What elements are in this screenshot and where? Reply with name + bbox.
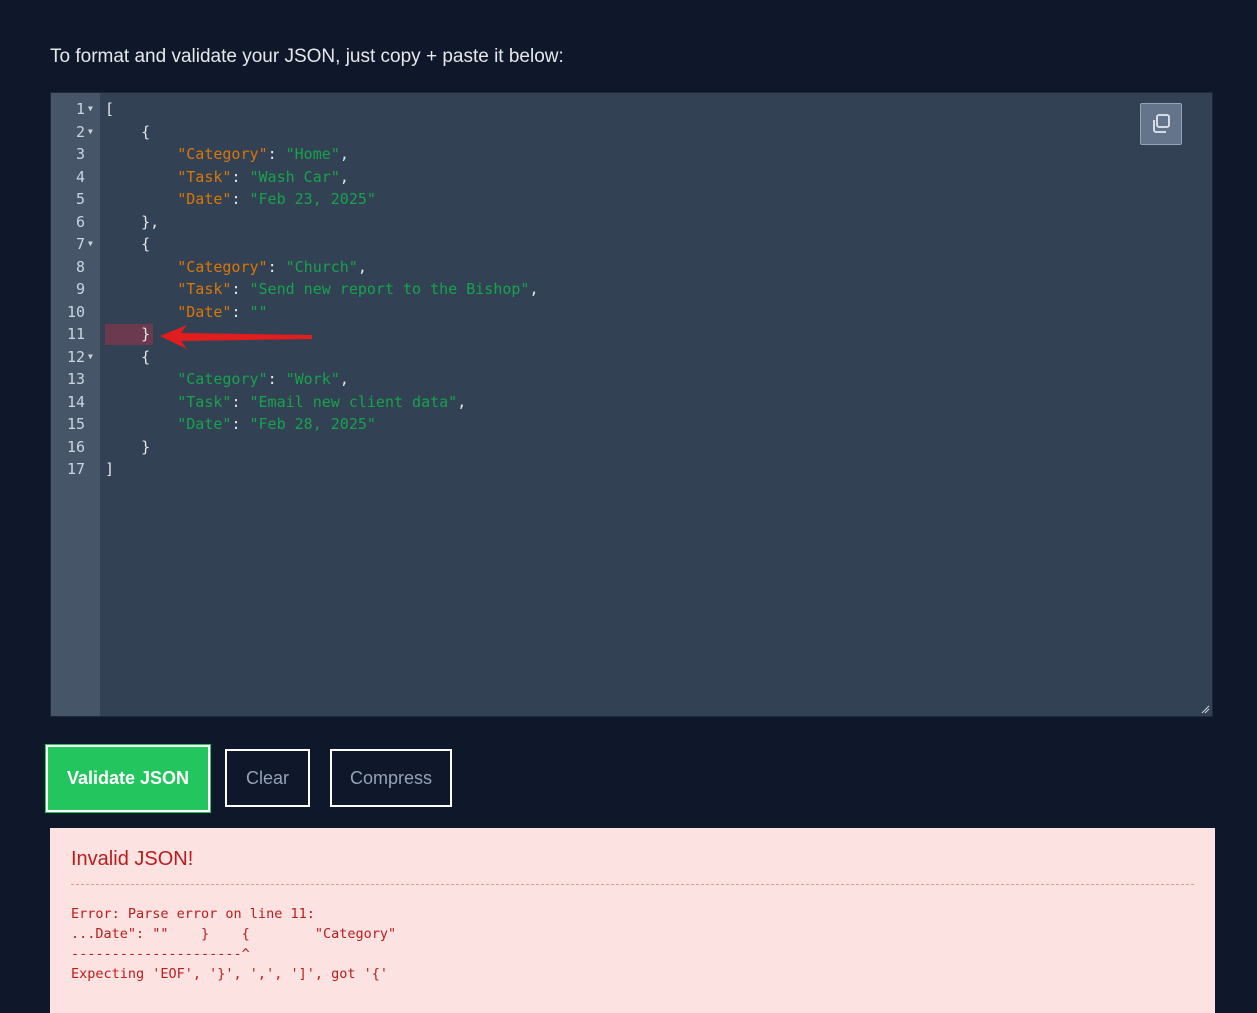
code-line[interactable]: 10 "Date": "" [51, 301, 1212, 324]
code-text: [ [105, 100, 115, 118]
json-string-value: "" [249, 302, 268, 321]
json-editor[interactable]: 1 ▼[2 ▼ {3 "Category": "Home", 4 "Task": "W… [50, 92, 1213, 717]
code-text: { [105, 347, 151, 366]
error-panel: Invalid JSON! Error: Parse error on line… [50, 828, 1215, 1013]
line-number: 8 [75, 257, 85, 276]
code-text: "Category": "Church", [177, 257, 367, 276]
red-arrow-annotation [160, 325, 312, 349]
code-text: } [105, 437, 151, 456]
code-line[interactable]: 9 "Task": "Send new report to the Bishop… [51, 278, 1212, 301]
line-number: 5 [75, 190, 85, 208]
json-key: "Category" [177, 257, 268, 276]
json-key: "Task" [177, 167, 232, 186]
code-text: }, [105, 212, 160, 231]
line-number: 1 [75, 100, 85, 118]
code-line[interactable]: 5 "Date": "Feb 23, 2025" [51, 188, 1212, 211]
line-number: 16 [66, 437, 85, 456]
copy-button[interactable] [1140, 103, 1182, 145]
line-number: 10 [66, 302, 85, 321]
code-line[interactable]: 16 } [51, 436, 1212, 459]
fold-arrow-icon[interactable]: ▼ [88, 346, 93, 369]
line-number: 12 [66, 347, 85, 366]
code-line[interactable]: 6 }, [51, 211, 1212, 234]
code-line[interactable]: 3 "Category": "Home", [51, 143, 1212, 166]
line-number: 7 [75, 235, 85, 253]
json-key: "Task" [177, 280, 232, 298]
fold-arrow-icon[interactable]: ▼ [88, 233, 93, 256]
line-number: 14 [66, 392, 85, 411]
line-number: 17 [66, 460, 85, 478]
code-area[interactable]: 1 ▼[2 ▼ {3 "Category": "Home", 4 "Task": "W… [51, 98, 1212, 481]
code-text: "Task": "Wash Car", [177, 167, 349, 186]
code-text: "Date": "Feb 28, 2025" [177, 415, 376, 433]
code-line[interactable]: 17] [51, 458, 1212, 481]
json-key: "Category" [177, 145, 268, 163]
line-number: 6 [75, 212, 85, 231]
line-number: 3 [75, 145, 85, 163]
code-line[interactable]: 15 "Date": "Feb 28, 2025" [51, 413, 1212, 436]
divider [71, 884, 1194, 885]
code-text: "Date": "Feb 23, 2025" [177, 190, 376, 208]
line-number: 2 [75, 122, 85, 141]
json-string-value: "Home" [285, 145, 340, 163]
code-line[interactable]: 8 "Category": "Church", [51, 256, 1212, 279]
json-string-value: "Church" [285, 257, 358, 276]
line-number: 4 [75, 167, 85, 186]
code-text: { [105, 122, 151, 141]
code-line[interactable]: 14 "Task": "Email new client data", [51, 391, 1212, 414]
code-text: { [105, 235, 151, 253]
json-key: "Task" [177, 392, 232, 411]
clear-button[interactable]: Clear [225, 749, 310, 807]
code-line[interactable]: 7 ▼ { [51, 233, 1212, 256]
json-string-value: "Send new report to the Bishop" [249, 280, 530, 298]
error-message: Error: Parse error on line 11: ...Date":… [71, 906, 397, 982]
code-text: ] [105, 460, 115, 478]
code-line[interactable]: 1 ▼ [ [51, 98, 1212, 121]
code-text: } [105, 325, 151, 343]
compress-button[interactable]: Compress [330, 749, 452, 807]
line-number: 11 [66, 325, 85, 343]
json-string-value: "Work" [285, 370, 340, 388]
code-line[interactable]: 2 ▼ { [51, 121, 1212, 144]
copy-icon [1153, 114, 1170, 133]
code-line[interactable]: 4 "Task": "Wash Car", [51, 166, 1212, 189]
json-key: "Date" [177, 415, 232, 433]
json-key: "Date" [177, 190, 232, 208]
json-string-value: "Wash Car" [249, 167, 340, 186]
json-string-value: "Email new client data" [249, 392, 458, 411]
code-line[interactable]: 13 "Category": "Work", [51, 368, 1212, 391]
fold-arrow-icon[interactable]: ▼ [88, 121, 93, 144]
code-text: "Task": "Send new report to the Bishop", [177, 280, 539, 298]
json-string-value: "Feb 23, 2025" [249, 190, 376, 208]
error-title: Invalid JSON! [71, 848, 194, 870]
code-text: "Task": "Email new client data", [177, 392, 467, 411]
line-number: 13 [66, 370, 85, 388]
json-key: "Category" [177, 370, 268, 388]
resize-grip-icon[interactable] [1200, 704, 1210, 714]
line-number: 9 [75, 280, 85, 298]
code-text: "Category": "Work", [177, 370, 349, 388]
json-string-value: "Feb 28, 2025" [249, 415, 376, 433]
code-text: "Category": "Home", [177, 145, 349, 163]
code-text: "Date": "" [177, 302, 268, 321]
line-number: 15 [66, 415, 85, 433]
validate-json-button[interactable]: Validate JSON [45, 744, 211, 813]
json-key: "Date" [177, 302, 232, 321]
intro-text: To format and validate your JSON, just c… [50, 46, 564, 67]
fold-arrow-icon[interactable]: ▼ [88, 98, 93, 121]
